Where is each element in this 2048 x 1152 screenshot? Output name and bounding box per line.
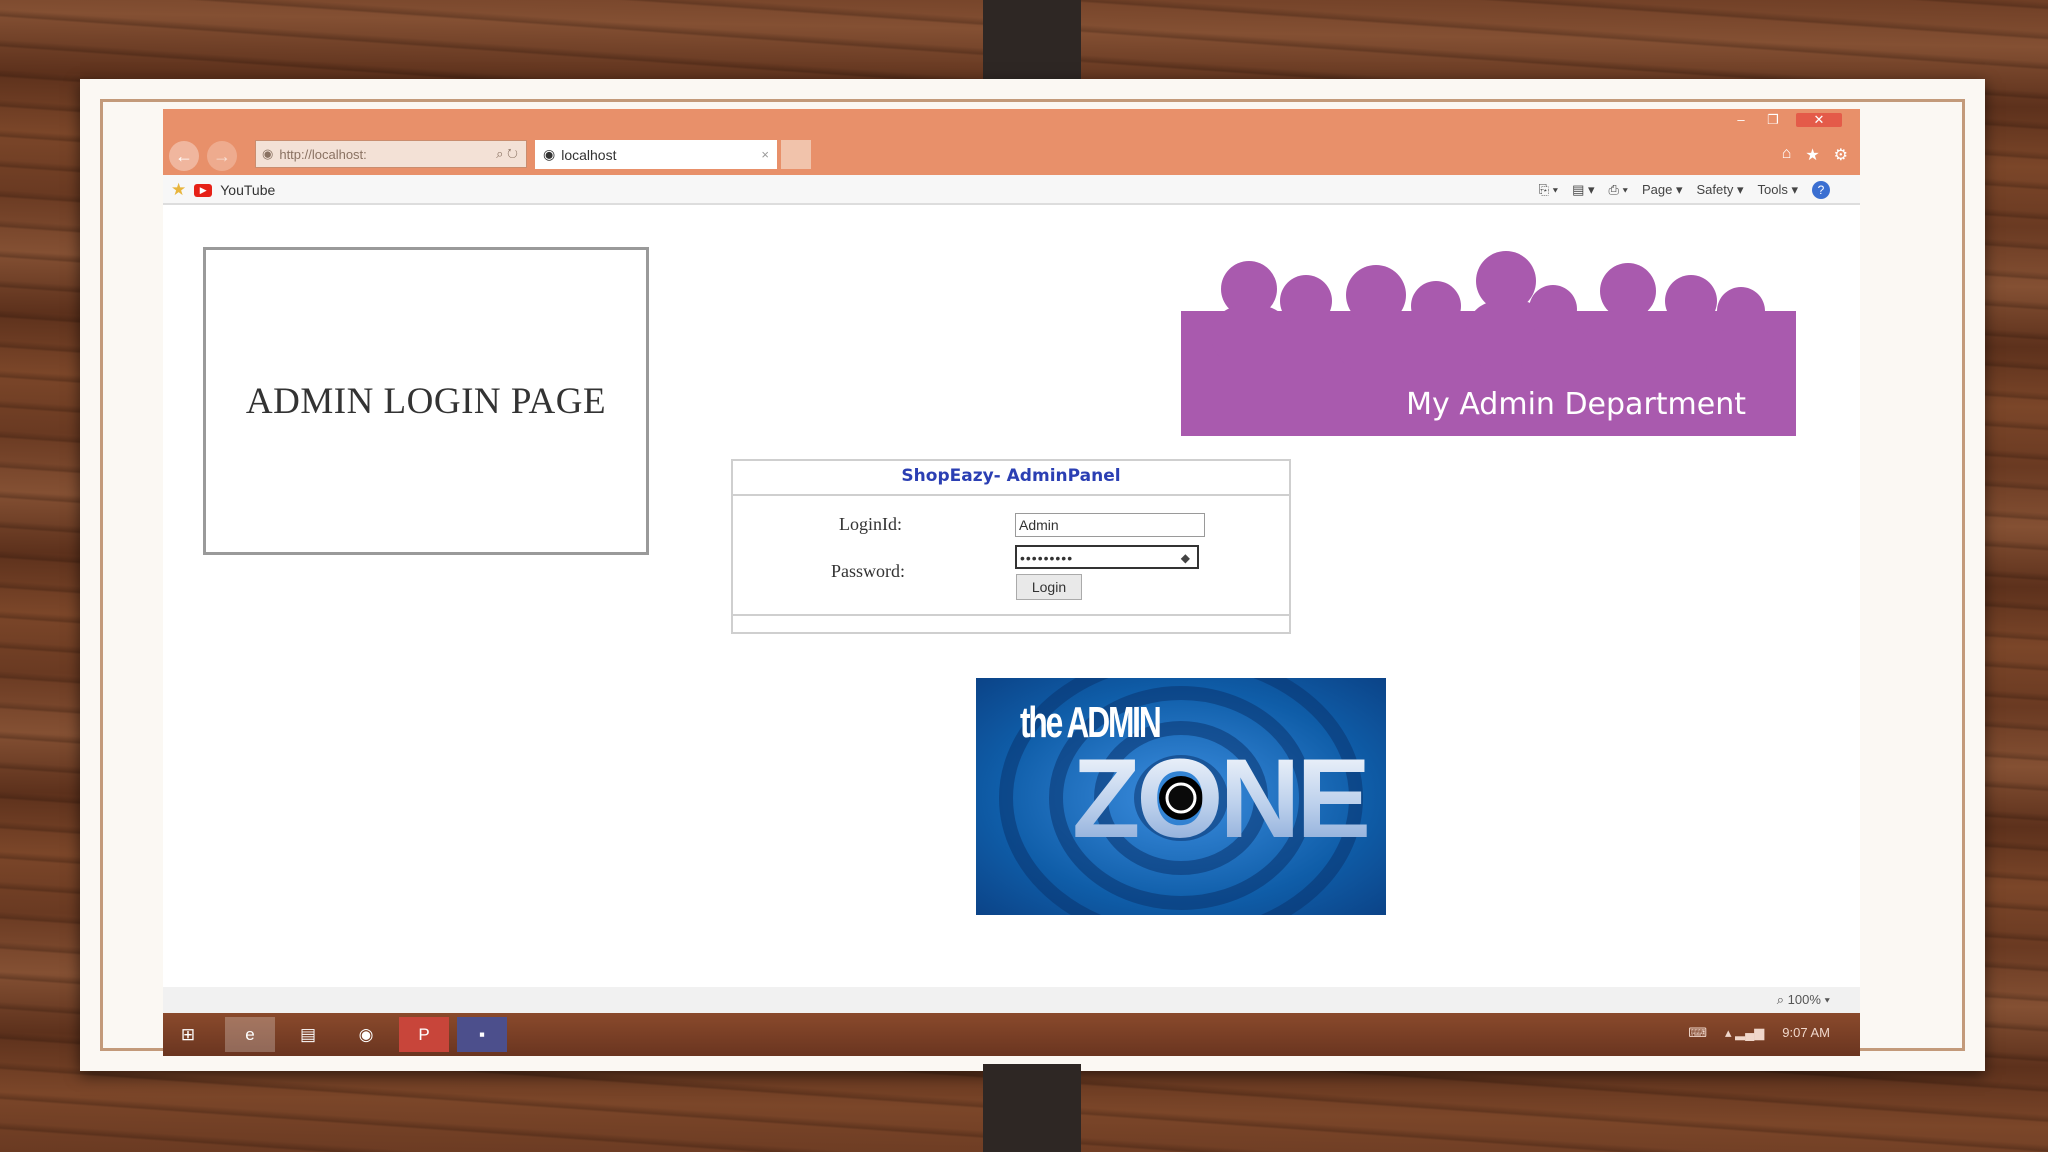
password-input[interactable]: ••••••••• ◆ — [1015, 545, 1199, 569]
browser-screenshot: – ❐ ✕ ← → ◉ http://localhost: ⌕ ↻ ◉ loca… — [163, 109, 1860, 1056]
tab-localhost[interactable]: ◉ localhost × — [535, 140, 777, 169]
favorites-bar: ★ ▶ YouTube ⎘ ▾ ▤ ▾ ⎙ ▾ Page ▾ Safety ▾ … — [163, 175, 1860, 205]
admin-login-title-box: ADMIN LOGIN PAGE — [203, 247, 649, 555]
read-mail-icon[interactable]: ▤ ▾ — [1572, 182, 1594, 198]
browser-right-icons: ⌂ ★ ⚙ — [1782, 145, 1848, 165]
favorites-add-icon[interactable]: ★ — [171, 180, 186, 200]
address-bar[interactable]: ◉ http://localhost: ⌕ ↻ — [255, 140, 527, 168]
admin-department-banner: My Admin Department — [1181, 251, 1796, 436]
zoom-level[interactable]: ⌕ 100% ▾ — [1777, 992, 1830, 1008]
print-icon[interactable]: ⎙ ▾ — [1609, 182, 1628, 198]
home-icon[interactable]: ⌂ — [1782, 145, 1792, 165]
menu-tools[interactable]: Tools ▾ — [1758, 182, 1799, 198]
password-value: ••••••••• — [1020, 550, 1074, 566]
mounting-strip-bottom — [983, 1064, 1081, 1152]
login-button[interactable]: Login — [1016, 574, 1082, 600]
password-key-icon: ◆ — [1180, 551, 1191, 565]
menu-safety[interactable]: Safety ▾ — [1697, 182, 1744, 198]
ie-taskbar-icon[interactable]: e — [225, 1017, 275, 1052]
back-icon[interactable]: ← — [169, 141, 199, 171]
close-window-icon[interactable]: ✕ — [1796, 113, 1842, 127]
zoom-value: 100% — [1787, 992, 1821, 1007]
command-bar: ⎘ ▾ ▤ ▾ ⎙ ▾ Page ▾ Safety ▾ Tools ▾ ? — [1539, 181, 1830, 199]
start-icon[interactable]: ⊞ — [163, 1017, 213, 1052]
new-tab-button[interactable] — [781, 140, 811, 169]
clock[interactable]: 9:07 AM — [1782, 1025, 1830, 1041]
forward-icon[interactable]: → — [207, 141, 237, 171]
tab-close-icon[interactable]: × — [761, 147, 769, 162]
banner-caption: My Admin Department — [1406, 387, 1746, 422]
page-icon: ◉ — [262, 146, 274, 161]
zone-logo-big-text: ZONE — [1072, 736, 1371, 861]
page-title: ADMIN LOGIN PAGE — [245, 380, 607, 422]
settings-gear-icon[interactable]: ⚙ — [1834, 145, 1848, 165]
browser-titlebar: – ❐ ✕ ← → ◉ http://localhost: ⌕ ↻ ◉ loca… — [163, 109, 1860, 175]
window-controls: – ❐ ✕ — [1732, 113, 1842, 127]
windows-taskbar: ⊞ e ▤ ◉ P ▪ ⌨ ▴ ▂▄▆ 9:07 AM — [163, 1013, 1860, 1056]
loginid-label: LoginId: — [839, 514, 902, 534]
address-text: http://localhost: — [279, 146, 367, 162]
chrome-taskbar-icon[interactable]: ◉ — [341, 1017, 391, 1052]
folder-taskbar-icon[interactable]: ▤ — [283, 1017, 333, 1052]
panel-title: ShopEazy- AdminPanel — [733, 461, 1289, 496]
tab-favicon-icon: ◉ — [543, 146, 556, 162]
admin-zone-logo: the ADMIN ZONE — [976, 678, 1386, 915]
network-icon[interactable]: ▴ ▂▄▆ — [1725, 1025, 1764, 1041]
tab-label: localhost — [561, 146, 617, 163]
panel-footer-divider — [733, 614, 1289, 616]
restore-icon[interactable]: ❐ — [1764, 113, 1782, 127]
search-icon[interactable]: ⌕ ↻ — [496, 146, 518, 162]
feeds-icon[interactable]: ⎘ ▾ — [1539, 182, 1558, 198]
powerpoint-taskbar-icon[interactable]: P — [399, 1017, 449, 1052]
help-icon[interactable]: ? — [1812, 181, 1830, 199]
app-taskbar-icon[interactable]: ▪ — [457, 1017, 507, 1052]
keyboard-icon[interactable]: ⌨ — [1688, 1025, 1707, 1041]
youtube-icon: ▶ — [194, 183, 213, 197]
status-bar: ⌕ 100% ▾ — [163, 987, 1860, 1013]
password-label: Password: — [831, 561, 906, 581]
login-panel: ShopEazy- AdminPanel LoginId: Admin Pass… — [731, 459, 1291, 634]
system-tray: ⌨ ▴ ▂▄▆ 9:07 AM — [1688, 1025, 1830, 1041]
favorites-star-icon[interactable]: ★ — [1805, 145, 1819, 165]
favorite-youtube[interactable]: YouTube — [220, 182, 275, 198]
menu-page[interactable]: Page ▾ — [1642, 182, 1683, 198]
minimize-icon[interactable]: – — [1732, 113, 1750, 127]
favorites-left: ★ ▶ YouTube — [171, 180, 275, 200]
loginid-input[interactable]: Admin — [1015, 513, 1205, 537]
